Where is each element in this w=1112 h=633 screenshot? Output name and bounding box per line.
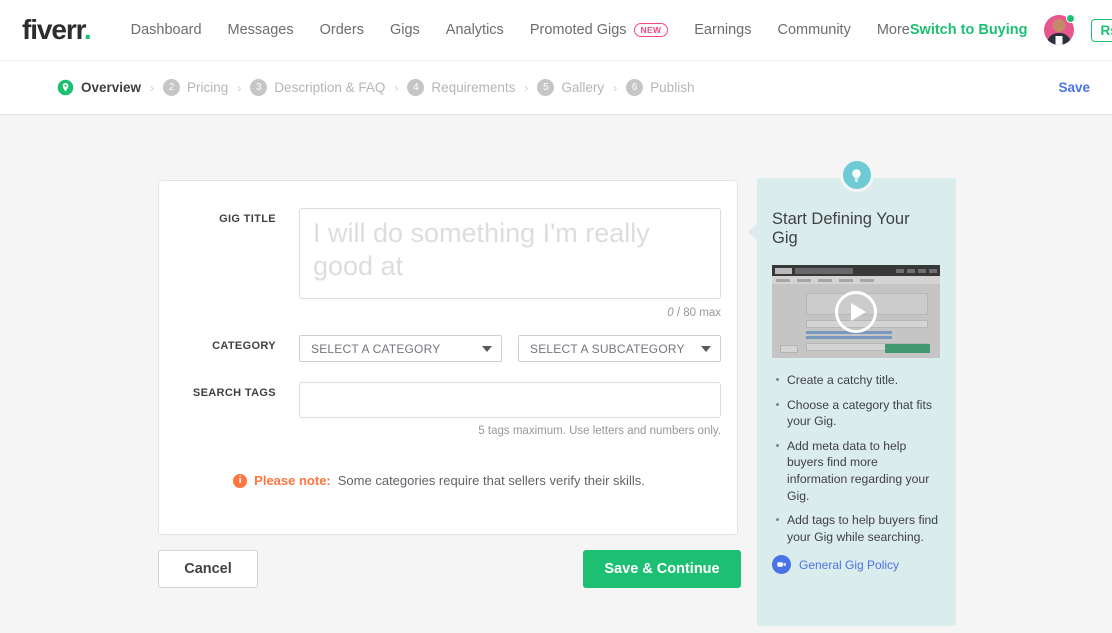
gig-title-label: GIG TITLE xyxy=(219,213,276,225)
step-overview-label: Overview xyxy=(81,80,142,95)
category-select-value: SELECT A CATEGORY xyxy=(311,341,441,356)
nav-item-messages[interactable]: Messages xyxy=(228,22,294,38)
nav-item-promoted-gigs-label: Promoted Gigs xyxy=(529,22,627,38)
play-button-icon[interactable] xyxy=(835,290,877,333)
nav-item-dashboard[interactable]: Dashboard xyxy=(131,22,202,38)
subcategory-select-value: SELECT A SUBCATEGORY xyxy=(530,341,685,356)
tip-panel-pointer xyxy=(748,223,758,241)
nav-item-promoted-gigs[interactable]: Promoted Gigs NEW xyxy=(529,22,669,38)
tip-bullet-item: Choose a category that fits your Gig. xyxy=(776,397,939,430)
new-badge: NEW xyxy=(633,23,669,37)
step-separator: › xyxy=(237,80,242,95)
verification-note-text: Some categories require that sellers ver… xyxy=(337,473,645,488)
category-label: CATEGORY xyxy=(212,340,276,352)
balance-badge[interactable]: Rs7,293.32 xyxy=(1091,18,1112,42)
avatar-shirt xyxy=(1055,36,1063,45)
category-select[interactable]: SELECT A CATEGORY xyxy=(299,335,502,362)
step-pricing-label: Pricing xyxy=(187,80,229,95)
play-triangle xyxy=(850,302,866,321)
gig-title-row: GIG TITLE xyxy=(159,208,737,299)
gig-title-counter: 0 / 80 max xyxy=(299,307,721,319)
subcategory-select[interactable]: SELECT A SUBCATEGORY xyxy=(518,335,721,362)
steps-list: Overview › 2 Pricing › 3 Description & F… xyxy=(57,79,694,96)
tip-bullet-list: Create a catchy title. Choose a category… xyxy=(772,372,939,545)
step-description-faq[interactable]: 3 Description & FAQ xyxy=(250,79,385,96)
tip-panel: Start Defining Your Gig Create a catchy … xyxy=(748,158,956,626)
step-separator: › xyxy=(394,80,399,95)
step-description-faq-label: Description & FAQ xyxy=(274,80,386,95)
cancel-button[interactable]: Cancel xyxy=(158,550,258,588)
search-tags-label: SEARCH TAGS xyxy=(192,387,276,399)
step-pricing-number: 2 xyxy=(163,79,181,96)
nav-item-analytics[interactable]: Analytics xyxy=(446,22,504,38)
chevron-down-icon xyxy=(701,345,711,352)
nav-item-more[interactable]: More xyxy=(877,22,910,38)
tip-bullet-item: Create a catchy title. xyxy=(776,372,939,389)
step-publish[interactable]: 6 Publish xyxy=(626,79,694,96)
category-row: CATEGORY SELECT A CATEGORY SELECT A SUBC… xyxy=(159,335,737,362)
step-publish-label: Publish xyxy=(650,80,695,95)
avatar-face xyxy=(1052,19,1066,32)
step-gallery[interactable]: 5 Gallery xyxy=(537,79,604,96)
search-tags-row: SEARCH TAGS xyxy=(159,382,737,418)
step-pricing[interactable]: 2 Pricing xyxy=(163,79,228,96)
step-separator: › xyxy=(150,80,155,95)
nav-item-orders[interactable]: Orders xyxy=(320,22,364,38)
nav-item-earnings[interactable]: Earnings xyxy=(694,22,751,38)
general-gig-policy-link[interactable]: General Gig Policy xyxy=(799,558,899,572)
step-publish-number: 6 xyxy=(626,79,644,96)
step-gallery-number: 5 xyxy=(537,79,555,96)
location-pin-icon xyxy=(57,79,74,96)
info-icon: i xyxy=(233,473,248,488)
gig-title-counter-suffix: / 80 max xyxy=(676,307,721,319)
save-link[interactable]: Save xyxy=(1058,80,1090,95)
tip-video-thumbnail[interactable] xyxy=(772,265,940,358)
nav-links: Dashboard Messages Orders Gigs Analytics… xyxy=(131,22,910,38)
tip-bullet-item: Add meta data to help buyers find more i… xyxy=(776,438,939,504)
nav-item-gigs[interactable]: Gigs xyxy=(390,22,420,38)
search-tags-hint: 5 tags maximum. Use letters and numbers … xyxy=(478,425,721,437)
video-camera-glyph xyxy=(777,562,786,568)
step-requirements-label: Requirements xyxy=(431,80,516,95)
step-separator: › xyxy=(613,80,618,95)
gig-title-input[interactable] xyxy=(299,208,721,299)
gig-overview-form-card: GIG TITLE 0 / 80 max CATEGORY SELECT A C… xyxy=(158,180,738,535)
step-description-faq-number: 3 xyxy=(250,79,268,96)
tip-bullet-item: Add tags to help buyers find your Gig wh… xyxy=(776,513,939,544)
avatar[interactable] xyxy=(1044,14,1076,45)
step-gallery-label: Gallery xyxy=(561,80,605,95)
save-and-continue-button[interactable]: Save & Continue xyxy=(583,550,741,588)
online-status-dot xyxy=(1066,14,1076,23)
general-gig-policy[interactable]: General Gig Policy xyxy=(772,555,939,575)
category-selects: SELECT A CATEGORY SELECT A SUBCATEGORY xyxy=(299,335,721,362)
logo-text: fiverr xyxy=(22,14,85,45)
nav-item-community[interactable]: Community xyxy=(778,22,851,38)
nav-right-section: Switch to Buying Rs7,293.32 xyxy=(910,14,1112,45)
step-requirements-number: 4 xyxy=(407,79,425,96)
top-navigation-bar: fiverr. Dashboard Messages Orders Gigs A… xyxy=(0,0,1112,60)
lightbulb-glyph xyxy=(852,168,861,182)
lightbulb-icon xyxy=(839,158,874,192)
verification-note-prefix: Please note: xyxy=(254,473,331,488)
step-separator: › xyxy=(524,80,529,95)
logo-dot: . xyxy=(83,14,92,45)
gig-steps-breadcrumb: Overview › 2 Pricing › 3 Description & F… xyxy=(0,60,1112,115)
video-icon xyxy=(772,555,791,575)
fiverr-logo[interactable]: fiverr. xyxy=(22,14,92,45)
step-overview[interactable]: Overview xyxy=(57,79,141,96)
verification-note: i Please note: Some categories require t… xyxy=(159,473,737,488)
gig-title-counter-count: 0 xyxy=(667,307,674,319)
search-tags-input[interactable] xyxy=(299,382,721,418)
tip-panel-title: Start Defining Your Gig xyxy=(772,210,910,247)
step-requirements[interactable]: 4 Requirements xyxy=(407,79,515,96)
chevron-down-icon xyxy=(482,345,492,352)
switch-to-buying-link[interactable]: Switch to Buying xyxy=(910,22,1028,38)
main-content: GIG TITLE 0 / 80 max CATEGORY SELECT A C… xyxy=(0,115,1112,633)
